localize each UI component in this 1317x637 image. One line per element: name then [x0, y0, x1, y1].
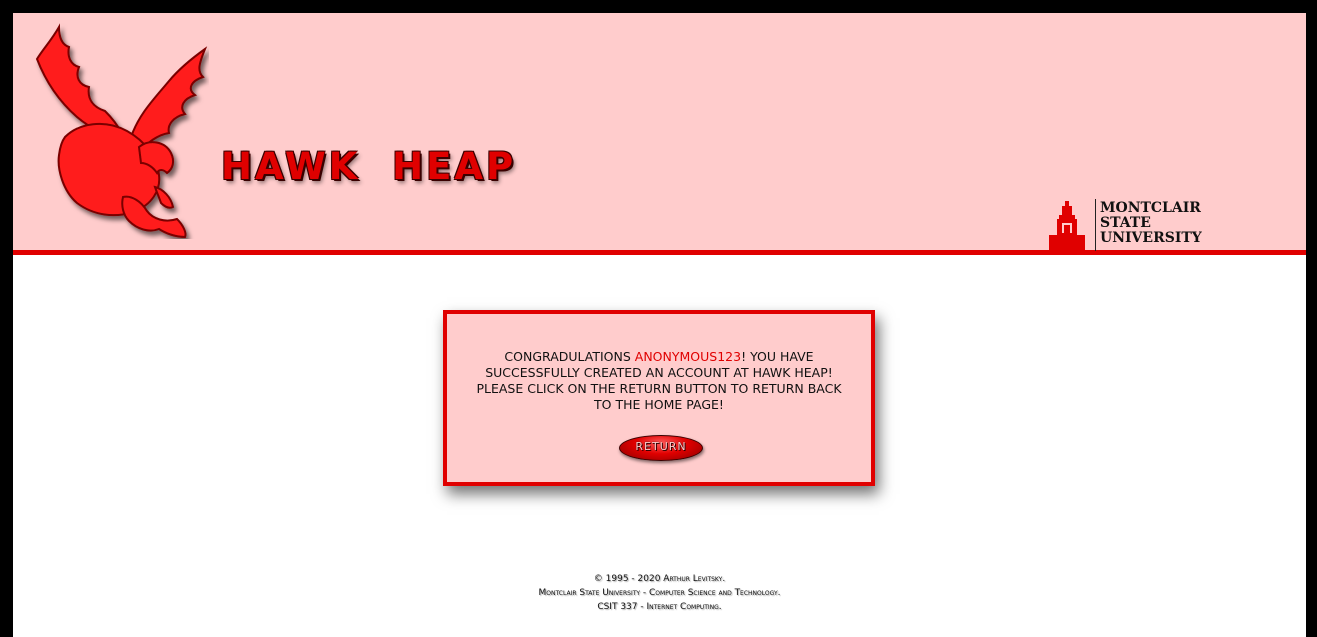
footer-copyright: © 1995 - 2020 Arthur Levitsky. [593, 574, 726, 584]
university-name: MONTCLAIR STATE UNIVERSITY [1100, 201, 1202, 246]
logo-divider [1095, 199, 1096, 251]
username: anonymous123 [634, 349, 742, 364]
return-button[interactable]: RETURN [619, 435, 703, 461]
college-hall-tower-icon [1049, 201, 1085, 251]
confirmation-message: Congradulations anonymous123! You have s… [473, 349, 845, 413]
site-header: HAWK HEAP MONTCLAIR STATE UNIVERSITY [13, 13, 1306, 255]
university-name-line-2: STATE [1100, 215, 1151, 231]
hawk-icon[interactable] [19, 19, 209, 239]
montclair-state-university-logo[interactable]: MONTCLAIR STATE UNIVERSITY [1043, 191, 1213, 251]
page-frame: HAWK HEAP MONTCLAIR STATE UNIVERSITY CON… [13, 13, 1306, 637]
footer-course: CSIT 337 - Internet Computing. [597, 602, 722, 612]
university-name-line-3: UNIVERSITY [1100, 230, 1202, 246]
site-title: HAWK HEAP [221, 145, 517, 188]
return-button-label: RETURN [635, 440, 687, 453]
confirmation-dialog: Congradulations anonymous123! You have s… [443, 310, 875, 486]
university-name-line-1: MONTCLAIR [1100, 200, 1201, 216]
site-footer: © 1995 - 2020 Arthur Levitsky. Montclair… [13, 572, 1306, 614]
message-prefix: Congradulations [504, 349, 635, 364]
footer-department: Montclair State University - Computer Sc… [538, 588, 781, 598]
